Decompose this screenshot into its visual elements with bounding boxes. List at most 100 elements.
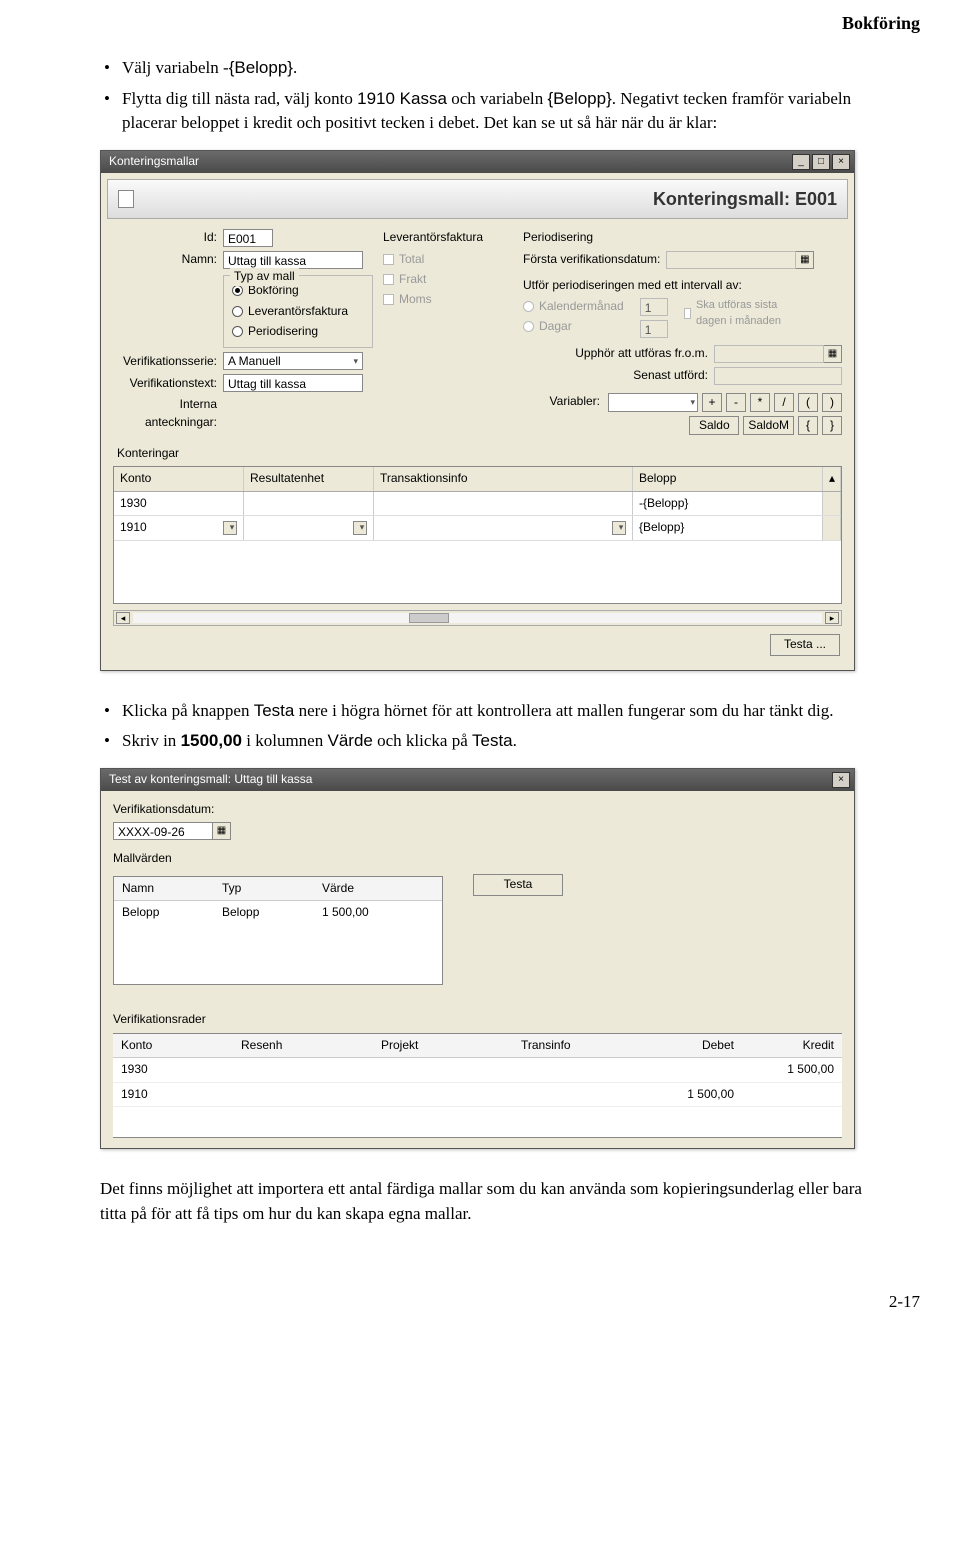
var-mul-button[interactable]: * [750,393,770,412]
col-header-resultatenhet[interactable]: Resultatenhet [244,467,374,490]
col-header-konto[interactable]: Konto [114,467,244,490]
radio-leverantorsfaktura[interactable]: Leverantörsfaktura [232,303,364,320]
maximize-button[interactable]: □ [812,154,830,170]
grid-blank-area [113,1107,842,1137]
scroll-left[interactable]: ◂ [116,612,130,624]
konteringsmallar-window: Konteringsmallar _ □ × Konteringsmall: E… [100,150,855,671]
date-picker-icon[interactable]: ▦ [213,822,231,840]
forstaver-input [666,251,796,269]
text: och variabeln [447,89,548,108]
col-header-namn: Namn [114,877,214,900]
var-plus-button[interactable]: + [702,393,722,412]
col-header-transinfo: Transinfo [513,1034,642,1057]
chk-total: Total [383,251,523,268]
verdatum-label: Verifikationsdatum: [113,801,842,818]
vertext-input[interactable]: Uttag till kassa [223,374,363,392]
intern-label: Interna anteckningar: [113,396,223,431]
minimize-button[interactable]: _ [792,154,810,170]
col-header-typ: Typ [214,877,314,900]
text: . [513,731,517,750]
konteringar-grid: Konto Resultatenhet Transaktionsinfo Bel… [113,466,842,603]
scroll-right[interactable]: ▸ [825,612,839,624]
titlebar: Konteringsmallar _ □ × [101,151,854,173]
grid-row[interactable]: 1930 -{Belopp} [114,492,841,516]
col-header-belopp[interactable]: Belopp [633,467,823,490]
chk-frakt: Frakt [383,271,523,288]
cell-belopp[interactable]: {Belopp} [633,516,823,539]
mallvarden-grid: Namn Typ Värde Belopp Belopp 1 500,00 [113,876,443,986]
radio-periodisering[interactable]: Periodisering [232,323,364,340]
cell-konto[interactable]: 1930 [114,492,244,515]
scroll-track [823,516,841,539]
value: 1500,00 [181,731,242,750]
col-header-debet: Debet [642,1034,742,1057]
levfak-section-label: Leverantörsfaktura [383,229,523,246]
var-rbrace-button[interactable]: } [822,416,842,435]
cell-trans[interactable] [374,492,633,515]
var-saldo-button[interactable]: Saldo [689,416,739,435]
verserie-combo[interactable]: A Manuell [223,352,363,370]
radio-label: Kalendermånad [539,298,624,315]
variabler-combo[interactable] [608,393,698,412]
scroll-thumb[interactable] [409,613,449,623]
column-name: Värde [327,731,372,750]
testa-button[interactable]: Testa ... [770,634,840,656]
vertext-label: Verifikationstext: [113,375,223,392]
text: och klicka på [373,731,472,750]
id-label: Id: [113,229,223,246]
cell-res-combo[interactable] [244,516,374,539]
text: . [293,58,297,77]
radio-label: Periodisering [248,323,318,340]
variabler-label: Variabler: [550,393,600,410]
window-title: Konteringsmallar [109,153,199,170]
grid-row[interactable]: Belopp Belopp 1 500,00 [114,901,442,924]
cell-kredit [742,1083,842,1106]
cell-trans-combo[interactable] [374,516,633,539]
radio-label: Leverantörsfaktura [248,303,348,320]
var-div-button[interactable]: / [774,393,794,412]
bullet-item: Klicka på knappen Testa nere i högra hör… [122,699,870,724]
kalender-value: 1 [640,298,668,316]
scroll-track [823,492,841,515]
cell-varde[interactable]: 1 500,00 [314,901,434,924]
verserie-label: Verifikationsserie: [113,353,223,370]
var-minus-button[interactable]: - [726,393,746,412]
cell-konto-combo[interactable]: 1910 [114,516,244,539]
combo-value: A Manuell [228,353,281,370]
cell-typ: Belopp [214,901,314,924]
col-header-varde: Värde [314,877,434,900]
var-lbrace-button[interactable]: { [798,416,818,435]
date-picker-icon: ▦ [796,251,814,269]
chk-moms: Moms [383,291,523,308]
close-button[interactable]: × [832,154,850,170]
page-number: 2-17 [0,1260,960,1335]
verifikationsrader-label: Verifikationsrader [113,1011,842,1028]
mallvarden-label: Mallvärden [113,850,842,867]
var-rparen-button[interactable]: ) [822,393,842,412]
id-input[interactable]: E001 [223,229,273,247]
var-lparen-button[interactable]: ( [798,393,818,412]
chk-label: Ska utföras sista dagen i månaden [696,298,794,330]
cell-konto: 1910 [113,1083,233,1106]
var-saldom-button[interactable]: SaldoM [743,416,794,435]
cell-res[interactable] [244,492,374,515]
scroll-up[interactable]: ▴ [823,467,841,490]
grid-row[interactable]: 1910 {Belopp} [114,516,841,540]
forstaver-label: Första verifikationsdatum: [523,251,666,268]
cell-res [233,1058,373,1081]
col-header-transinfo[interactable]: Transaktionsinfo [374,467,633,490]
namn-input[interactable]: Uttag till kassa [223,251,363,269]
col-header-resenh: Resenh [233,1034,373,1057]
close-button[interactable]: × [832,772,850,788]
cell-belopp[interactable]: -{Belopp} [633,492,823,515]
horizontal-scrollbar[interactable]: ◂ ▸ [113,610,842,626]
bullet-list-mid: Klicka på knappen Testa nere i högra hör… [100,699,870,754]
chk-label: Moms [399,291,432,308]
verdatum-input[interactable]: XXXX-09-26 [113,822,213,840]
titlebar: Test av konteringsmall: Uttag till kassa… [101,769,854,791]
radio-dagar: Dagar [523,318,624,335]
testa-button[interactable]: Testa [473,874,563,896]
upphor-input [714,345,824,363]
cell-proj [373,1083,513,1106]
document-icon[interactable] [118,190,134,208]
